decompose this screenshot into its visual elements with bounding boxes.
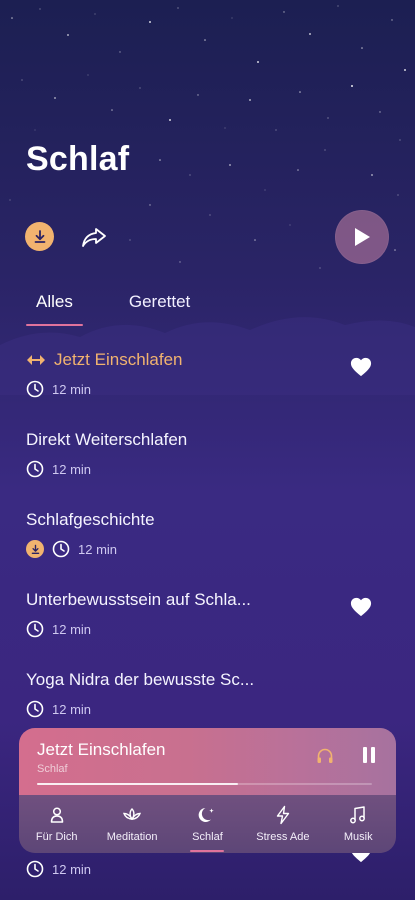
lotus-icon xyxy=(123,808,142,821)
tabbar-label: Meditation xyxy=(106,831,158,843)
headphones-icon[interactable] xyxy=(316,747,334,765)
download-button[interactable] xyxy=(25,222,54,251)
tab-gerettet[interactable]: Gerettet xyxy=(119,292,200,326)
music-icon xyxy=(350,806,366,824)
tab-alles[interactable]: Alles xyxy=(26,292,83,326)
tabbar-item-meditation[interactable]: Meditation xyxy=(97,805,167,843)
playing-indicator-icon xyxy=(27,355,45,365)
item-duration: 12 min xyxy=(52,861,92,877)
list-item[interactable]: Yoga Nidra der bewusste Sc... 12 min xyxy=(26,670,396,730)
tabbar-item-stress-ade[interactable]: Stress Ade xyxy=(248,805,318,843)
share-icon xyxy=(82,228,106,247)
clock-icon xyxy=(26,860,44,878)
list-item[interactable]: Jetzt Einschlafen 12 min xyxy=(26,350,396,410)
page-title: Schlaf xyxy=(26,140,130,178)
play-icon xyxy=(355,228,370,246)
item-duration: 12 min xyxy=(52,701,92,717)
list-item[interactable]: Unterbewusstsein auf Schla... 12 min xyxy=(26,590,396,650)
tabbar-label: Stress Ade xyxy=(256,831,310,843)
item-duration: 12 min xyxy=(52,381,92,397)
tabbar-item-schlaf[interactable]: Schlaf xyxy=(172,805,242,852)
player-title: Jetzt Einschlafen xyxy=(37,740,166,759)
list-item[interactable]: Schlafgeschichte 12 min xyxy=(26,510,396,570)
player-progress-fill xyxy=(37,783,238,785)
player-subtitle: Schlaf xyxy=(37,763,68,775)
clock-icon xyxy=(26,380,44,398)
downloaded-icon xyxy=(26,540,44,558)
list-item-partial[interactable]: 12 min xyxy=(26,860,91,878)
item-title: Schlafgeschichte xyxy=(26,510,155,529)
lightning-icon xyxy=(276,805,290,825)
play-button[interactable] xyxy=(335,210,389,264)
item-title: Direkt Weiterschlafen xyxy=(26,430,188,449)
player-progress-track[interactable] xyxy=(37,783,372,785)
heart-icon[interactable] xyxy=(350,596,372,618)
clock-icon xyxy=(26,460,44,478)
tab-label: Alles xyxy=(36,292,73,311)
bottom-tab-bar: Für Dich Meditation Schlaf Stress Ade Mu… xyxy=(19,795,396,853)
pause-icon[interactable] xyxy=(359,745,379,765)
item-duration: 12 min xyxy=(52,461,92,477)
share-button[interactable] xyxy=(79,222,109,252)
clock-icon xyxy=(52,540,70,558)
item-title: Yoga Nidra der bewusste Sc... xyxy=(26,670,255,689)
item-title: Unterbewusstsein auf Schla... xyxy=(26,590,251,609)
clock-icon xyxy=(26,620,44,638)
person-icon xyxy=(50,807,63,823)
tabbar-item-fuer-dich[interactable]: Für Dich xyxy=(22,805,92,843)
heart-icon[interactable] xyxy=(350,356,372,378)
item-duration: 12 min xyxy=(52,621,92,637)
clock-icon xyxy=(26,700,44,718)
item-duration: 12 min xyxy=(78,541,118,557)
moon-icon xyxy=(199,808,215,822)
list-item[interactable]: Direkt Weiterschlafen 12 min xyxy=(26,430,396,490)
tabbar-label: Musik xyxy=(343,831,373,843)
filter-tabs: Alles Gerettet xyxy=(26,292,200,326)
tab-label: Gerettet xyxy=(128,292,191,311)
item-title: Jetzt Einschlafen xyxy=(54,350,183,369)
download-icon xyxy=(34,229,45,243)
tabbar-label: Für Dich xyxy=(35,831,78,843)
tabbar-label: Schlaf xyxy=(192,831,223,843)
mini-player[interactable]: Jetzt Einschlafen Schlaf xyxy=(19,728,396,798)
tabbar-item-musik[interactable]: Musik xyxy=(323,805,393,843)
